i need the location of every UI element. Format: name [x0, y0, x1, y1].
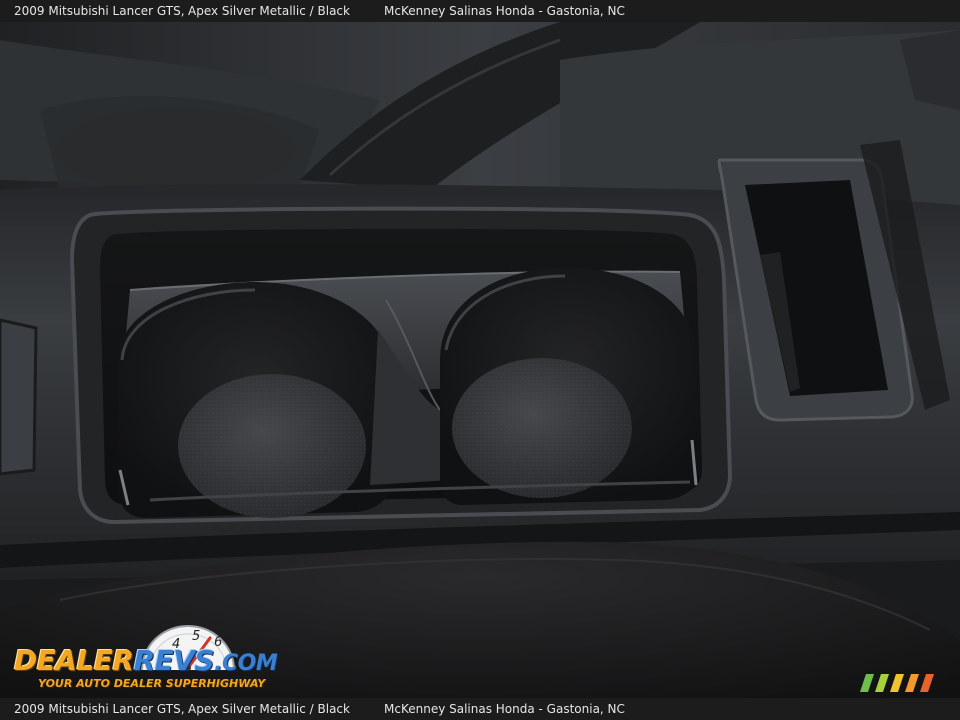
color-stripe	[890, 674, 904, 692]
logo-com-text: .COM	[214, 651, 278, 676]
logo-revs-text: REVS	[133, 644, 215, 677]
caption-bottom-model: 2009 Mitsubishi Lancer GTS,	[14, 702, 185, 716]
logo-wordmark: DEALERREVS.COM	[14, 644, 278, 679]
caption-bottom-color: Apex Silver Metallic / Black	[188, 702, 350, 716]
dealerrevs-logo: 4 5 6 DEALERREVS.COM YOUR AUTO DEALER SU…	[12, 624, 278, 694]
caption-model: 2009 Mitsubishi Lancer GTS,	[14, 4, 185, 18]
caption-bottom-dealer: McKenney Salinas Honda - Gastonia, NC	[384, 702, 625, 716]
photo-stage: 2009 Mitsubishi Lancer GTS, Apex Silver …	[0, 0, 960, 720]
caption-color: Apex Silver Metallic / Black	[188, 4, 350, 18]
gauge-digit-5: 5	[192, 629, 200, 644]
logo-tagline: YOUR AUTO DEALER SUPERHIGHWAY	[38, 677, 266, 690]
cup-holder-photo	[0, 0, 960, 720]
color-stripe	[875, 674, 889, 692]
color-stripe	[860, 674, 874, 692]
logo-dealer-text: DEALER	[14, 644, 134, 677]
color-stripe	[920, 674, 934, 692]
caption-dealer: McKenney Salinas Honda - Gastonia, NC	[384, 4, 625, 18]
caption-bar-top: 2009 Mitsubishi Lancer GTS, Apex Silver …	[0, 0, 960, 22]
caption-bar-bottom: 2009 Mitsubishi Lancer GTS, Apex Silver …	[0, 698, 960, 720]
color-stripes-icon	[860, 674, 934, 692]
color-stripe	[905, 674, 919, 692]
